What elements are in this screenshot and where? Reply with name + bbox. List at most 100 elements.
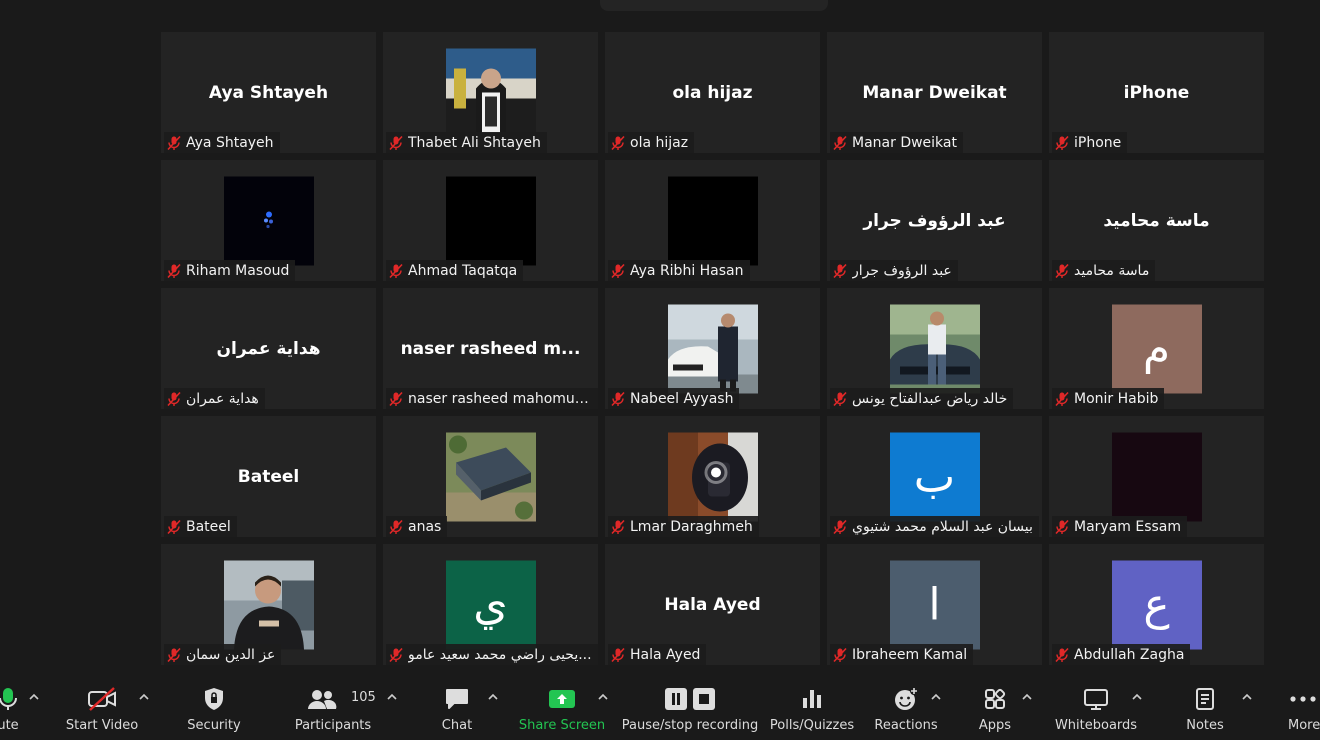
participant-name: بيسان عبد السلام محمد شتيوي xyxy=(852,518,1033,535)
microphone-icon xyxy=(0,682,19,716)
start-video-button[interactable]: Start Video xyxy=(62,678,142,740)
participant-tile[interactable]: Bateel Bateel xyxy=(161,416,376,537)
participant-tile[interactable]: عز الدين سمان xyxy=(161,544,376,665)
apps-label: Apps xyxy=(978,718,1012,733)
participant-name: Monir Habib xyxy=(1074,390,1159,407)
notes-button[interactable]: Notes xyxy=(1180,678,1230,740)
share-options-caret[interactable] xyxy=(597,692,609,702)
participant-display-name: هداية عمران xyxy=(216,338,321,359)
participant-name: ماسة محاميد xyxy=(1074,262,1150,279)
participant-avatar-initial: م xyxy=(1111,304,1202,393)
participant-tile[interactable]: Riham Masoud xyxy=(161,160,376,281)
participant-display-name: ola hijaz xyxy=(672,82,753,103)
muted-mic-icon xyxy=(389,391,403,406)
participant-name-label: Hala Ayed xyxy=(608,644,707,665)
more-button[interactable]: More xyxy=(1288,678,1320,740)
participant-name: Bateel xyxy=(186,518,231,535)
participants-options-caret[interactable] xyxy=(386,692,398,702)
participant-name-label: Abdullah Zagha xyxy=(1052,644,1191,665)
chat-options-caret[interactable] xyxy=(487,692,499,702)
photo-car-dark xyxy=(889,304,980,393)
muted-mic-icon xyxy=(1055,135,1069,150)
participant-name: Aya Ribhi Hasan xyxy=(630,262,744,279)
share-screen-icon xyxy=(548,682,576,716)
participant-tile[interactable]: Ahmad Taqatqa xyxy=(383,160,598,281)
participant-name-label: Riham Masoud xyxy=(164,260,296,281)
participant-tile[interactable]: Aya Ribhi Hasan xyxy=(605,160,820,281)
polls-quizzes-button[interactable]: Polls/Quizzes xyxy=(768,678,856,740)
participant-tile[interactable]: ola hijaz ola hijaz xyxy=(605,32,820,153)
participant-tile[interactable]: خالد رياض عبدالفتاح يونس xyxy=(827,288,1042,409)
pause-stop-recording-button[interactable]: Pause/stop recording xyxy=(622,678,758,740)
participant-display-name: Manar Dweikat xyxy=(862,82,1007,103)
participant-tile[interactable]: ا Ibraheem Kamal xyxy=(827,544,1042,665)
muted-mic-icon xyxy=(1055,391,1069,406)
notes-options-caret[interactable] xyxy=(1241,692,1253,702)
participant-display-name: عبد الرؤوف جرار xyxy=(863,210,1006,231)
participant-name-label: Aya Ribhi Hasan xyxy=(608,260,750,281)
participant-display-name: Bateel xyxy=(237,466,300,487)
participant-tile[interactable]: ي يحيى راضي محمد سعيد عامو... xyxy=(383,544,598,665)
participant-display-name: naser rasheed m... xyxy=(400,338,581,359)
participant-name-label: anas xyxy=(386,516,448,537)
participant-tile[interactable]: ماسة محاميد ماسة محاميد xyxy=(1049,160,1264,281)
mute-button[interactable]: ute xyxy=(0,678,28,740)
participants-button[interactable]: Participants xyxy=(293,678,373,740)
muted-mic-icon xyxy=(167,263,181,278)
participant-tile[interactable]: Maryam Essam xyxy=(1049,416,1264,537)
mute-options-caret[interactable] xyxy=(28,692,40,702)
muted-mic-icon xyxy=(389,647,403,662)
participant-tile[interactable]: iPhone iPhone xyxy=(1049,32,1264,153)
participant-tile[interactable]: Lmar Daraghmeh xyxy=(605,416,820,537)
whiteboards-label: Whiteboards xyxy=(1054,718,1138,733)
participant-name: naser rasheed mahomud k... xyxy=(408,390,593,407)
participant-name: Ibraheem Kamal xyxy=(852,646,968,663)
chat-button[interactable]: Chat xyxy=(432,678,482,740)
participant-tile[interactable]: naser rasheed m... naser rasheed mahomud … xyxy=(383,288,598,409)
participant-tile[interactable]: anas xyxy=(383,416,598,537)
participant-tile[interactable]: Thabet Ali Shtayeh xyxy=(383,32,598,153)
participant-tile[interactable]: هداية عمران هداية عمران xyxy=(161,288,376,409)
apps-button[interactable]: Apps xyxy=(970,678,1020,740)
muted-mic-icon xyxy=(167,647,181,662)
security-button[interactable]: Security xyxy=(184,678,244,740)
muted-mic-icon xyxy=(167,391,181,406)
video-off-icon xyxy=(86,682,118,716)
smiley-plus-icon xyxy=(893,682,919,716)
muted-mic-icon xyxy=(389,135,403,150)
participant-tile[interactable]: م Monir Habib xyxy=(1049,288,1264,409)
participant-name-label: ola hijaz xyxy=(608,132,695,153)
participants-count: 105 xyxy=(351,690,376,705)
participant-avatar-initial: ي xyxy=(445,560,536,649)
muted-mic-icon xyxy=(611,135,625,150)
participant-name: anas xyxy=(408,518,442,535)
participant-name-label: Thabet Ali Shtayeh xyxy=(386,132,547,153)
video-options-caret[interactable] xyxy=(138,692,150,702)
muted-mic-icon xyxy=(1055,519,1069,534)
participant-tile[interactable]: Nabeel Ayyash xyxy=(605,288,820,409)
participant-tile[interactable]: ع Abdullah Zagha xyxy=(1049,544,1264,665)
apps-options-caret[interactable] xyxy=(1021,692,1033,702)
participant-tile[interactable]: ب بيسان عبد السلام محمد شتيوي xyxy=(827,416,1042,537)
muted-mic-icon xyxy=(833,263,847,278)
participant-tile[interactable]: Manar Dweikat Manar Dweikat xyxy=(827,32,1042,153)
top-bar-handle[interactable] xyxy=(600,0,828,11)
reactions-button[interactable]: Reactions xyxy=(874,678,938,740)
whiteboards-button[interactable]: Whiteboards xyxy=(1054,678,1138,740)
participant-tile[interactable]: Aya Shtayeh Aya Shtayeh xyxy=(161,32,376,153)
participant-name: Manar Dweikat xyxy=(852,134,957,151)
muted-mic-icon xyxy=(833,519,847,534)
participant-name-label: Lmar Daraghmeh xyxy=(608,516,759,537)
whiteboards-options-caret[interactable] xyxy=(1131,692,1143,702)
participant-name-label: Monir Habib xyxy=(1052,388,1165,409)
participant-name: خالد رياض عبدالفتاح يونس xyxy=(852,390,1008,407)
muted-mic-icon xyxy=(167,519,181,534)
participant-display-name: Hala Ayed xyxy=(664,594,761,615)
reactions-options-caret[interactable] xyxy=(930,692,942,702)
participant-tile[interactable]: Hala Ayed Hala Ayed xyxy=(605,544,820,665)
muted-mic-icon xyxy=(833,647,847,662)
participant-tile[interactable]: عبد الرؤوف جرار عبد الرؤوف جرار xyxy=(827,160,1042,281)
participant-name: iPhone xyxy=(1074,134,1122,151)
share-screen-button[interactable]: Share Screen xyxy=(519,678,605,740)
notes-icon xyxy=(1194,682,1216,716)
